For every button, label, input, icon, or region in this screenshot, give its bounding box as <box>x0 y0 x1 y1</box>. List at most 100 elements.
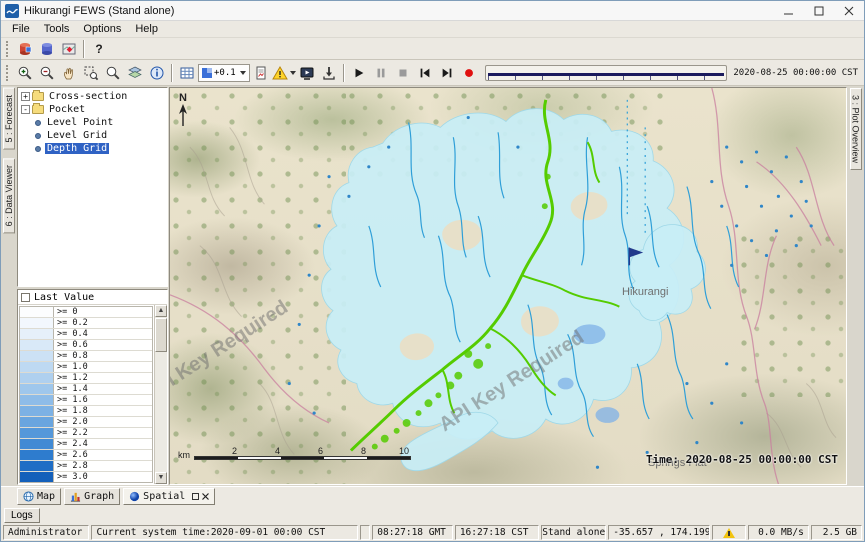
legend-swatch <box>20 439 54 449</box>
timeline-ticks <box>488 76 725 81</box>
legend-swatch <box>20 340 54 350</box>
legend-row: >= 0 <box>20 307 152 318</box>
grid-display-button[interactable] <box>176 63 198 83</box>
menu-item-options[interactable]: Options <box>76 22 128 36</box>
tree-row[interactable]: + Cross-section <box>21 90 167 103</box>
sidebar-tab-data-viewer[interactable]: 6 : Data Viewer <box>3 158 15 233</box>
grid-opacity-value: +0.1 <box>214 68 236 78</box>
legend-row: >= 1.8 <box>20 406 152 417</box>
toolbar-grip[interactable] <box>6 41 10 57</box>
database-blue-button[interactable] <box>36 39 58 59</box>
status-memory[interactable]: 2.5 GB <box>811 525 862 540</box>
legend-row: >= 3.0 <box>20 472 152 482</box>
window-title: Hikurangi FEWS (Stand alone) <box>24 5 774 17</box>
menu-item-help[interactable]: Help <box>128 22 165 36</box>
tree-item-pocket[interactable]: Pocket <box>47 104 87 115</box>
pan-button[interactable] <box>58 63 80 83</box>
status-bar: Administrator Current system time:2020-0… <box>1 524 864 541</box>
legend-swatch <box>20 461 54 471</box>
last-value-checkbox[interactable] <box>21 293 30 302</box>
legend-header: Last Value <box>18 290 167 305</box>
maximize-button[interactable] <box>804 1 834 20</box>
legend-swatch <box>20 384 54 394</box>
menu-item-file[interactable]: File <box>5 22 37 36</box>
play-button[interactable] <box>348 63 370 83</box>
legend-swatch <box>20 450 54 460</box>
info-button[interactable] <box>146 63 168 83</box>
legend-row: >= 1.6 <box>20 395 152 406</box>
menubar: File Tools Options Help <box>1 21 864 38</box>
minimize-button[interactable] <box>774 1 804 20</box>
close-view-icon[interactable] <box>202 493 209 500</box>
longitudinal-profile-button[interactable] <box>250 63 272 83</box>
tree-item-level-point[interactable]: Level Point <box>45 117 115 128</box>
timeline-datetime: 2020-08-25 00:00:00 CST <box>732 68 861 78</box>
layer-icon <box>35 146 41 152</box>
legend-swatch <box>20 351 54 361</box>
tree-item-cross-section[interactable]: Cross-section <box>47 91 129 102</box>
legend-swatch <box>20 406 54 416</box>
step-back-button[interactable] <box>414 63 436 83</box>
pause-button[interactable] <box>370 63 392 83</box>
scroll-up-icon[interactable]: ▲ <box>155 305 167 317</box>
stop-button[interactable] <box>392 63 414 83</box>
chart-icon <box>70 491 81 502</box>
opacity-icon <box>202 68 212 78</box>
status-system-time: Current system time:2020-09-01 00:00 CST <box>91 525 358 540</box>
map-display-button[interactable] <box>58 39 80 59</box>
tree-row[interactable]: - Pocket <box>21 103 167 116</box>
export-timestep-button[interactable] <box>318 63 340 83</box>
collapse-icon[interactable]: - <box>21 105 30 114</box>
logs-button[interactable]: Logs <box>4 508 40 523</box>
zoom-box-button[interactable] <box>80 63 102 83</box>
animation-button[interactable] <box>296 63 318 83</box>
tree-row[interactable]: Level Grid <box>21 129 167 142</box>
expand-icon[interactable]: + <box>21 92 30 101</box>
toolbar-separator <box>171 64 173 82</box>
scroll-down-icon[interactable]: ▼ <box>155 472 167 484</box>
map-canvas[interactable]: N API Key Required API Key Required Hiku… <box>169 87 847 485</box>
zoom-previous-button[interactable] <box>102 63 124 83</box>
status-warning[interactable] <box>712 525 746 540</box>
tree-item-depth-grid[interactable]: Depth Grid <box>45 143 109 154</box>
tab-map[interactable]: Map <box>17 488 61 505</box>
step-forward-button[interactable] <box>436 63 458 83</box>
legend-swatch <box>20 318 54 328</box>
help-icon: ? <box>95 42 102 56</box>
status-local-time: 16:27:18 CST <box>455 525 539 540</box>
globe-icon <box>23 491 34 502</box>
main-content: 5 : Forecast 6 : Data Viewer + Cross-sec… <box>1 86 864 486</box>
legend-scrollbar[interactable]: ▲ ▼ <box>154 305 167 484</box>
zoom-in-button[interactable] <box>14 63 36 83</box>
grid-opacity-select[interactable]: +0.1 <box>198 64 250 82</box>
legend-title: Last Value <box>34 292 94 303</box>
left-tab-strip: 5 : Forecast 6 : Data Viewer <box>1 86 16 486</box>
legend-row: >= 2.8 <box>20 461 152 472</box>
menu-item-tools[interactable]: Tools <box>37 22 77 36</box>
tab-graph[interactable]: Graph <box>64 488 120 505</box>
restore-view-icon[interactable] <box>192 493 199 500</box>
zoom-out-button[interactable] <box>36 63 58 83</box>
close-button[interactable] <box>834 1 864 20</box>
tree-item-level-grid[interactable]: Level Grid <box>45 130 109 141</box>
tab-spatial[interactable]: Spatial <box>123 488 215 505</box>
toolbar-grip[interactable] <box>6 65 10 81</box>
toolbar-separator <box>83 40 85 58</box>
layer-icon <box>35 120 41 126</box>
record-button[interactable] <box>458 63 480 83</box>
timeline-slider[interactable] <box>485 65 728 81</box>
legend-swatch <box>20 307 54 317</box>
sidebar-tab-plot-overview[interactable]: 3 : Plot Overview <box>850 88 862 170</box>
legend-row: >= 1.0 <box>20 362 152 373</box>
sidebar-tab-forecast[interactable]: 5 : Forecast <box>3 88 15 150</box>
tree-row[interactable]: Level Point <box>21 116 167 129</box>
scrollbar-thumb[interactable] <box>155 318 167 352</box>
tree-row[interactable]: Depth Grid <box>21 142 167 155</box>
layers-button[interactable] <box>124 63 146 83</box>
thresholds-button[interactable] <box>272 65 296 81</box>
database-red-button[interactable] <box>14 39 36 59</box>
help-button[interactable]: ? <box>88 39 110 59</box>
legend-row: >= 0.2 <box>20 318 152 329</box>
map-layers <box>170 88 846 484</box>
legend-row: >= 2.2 <box>20 428 152 439</box>
